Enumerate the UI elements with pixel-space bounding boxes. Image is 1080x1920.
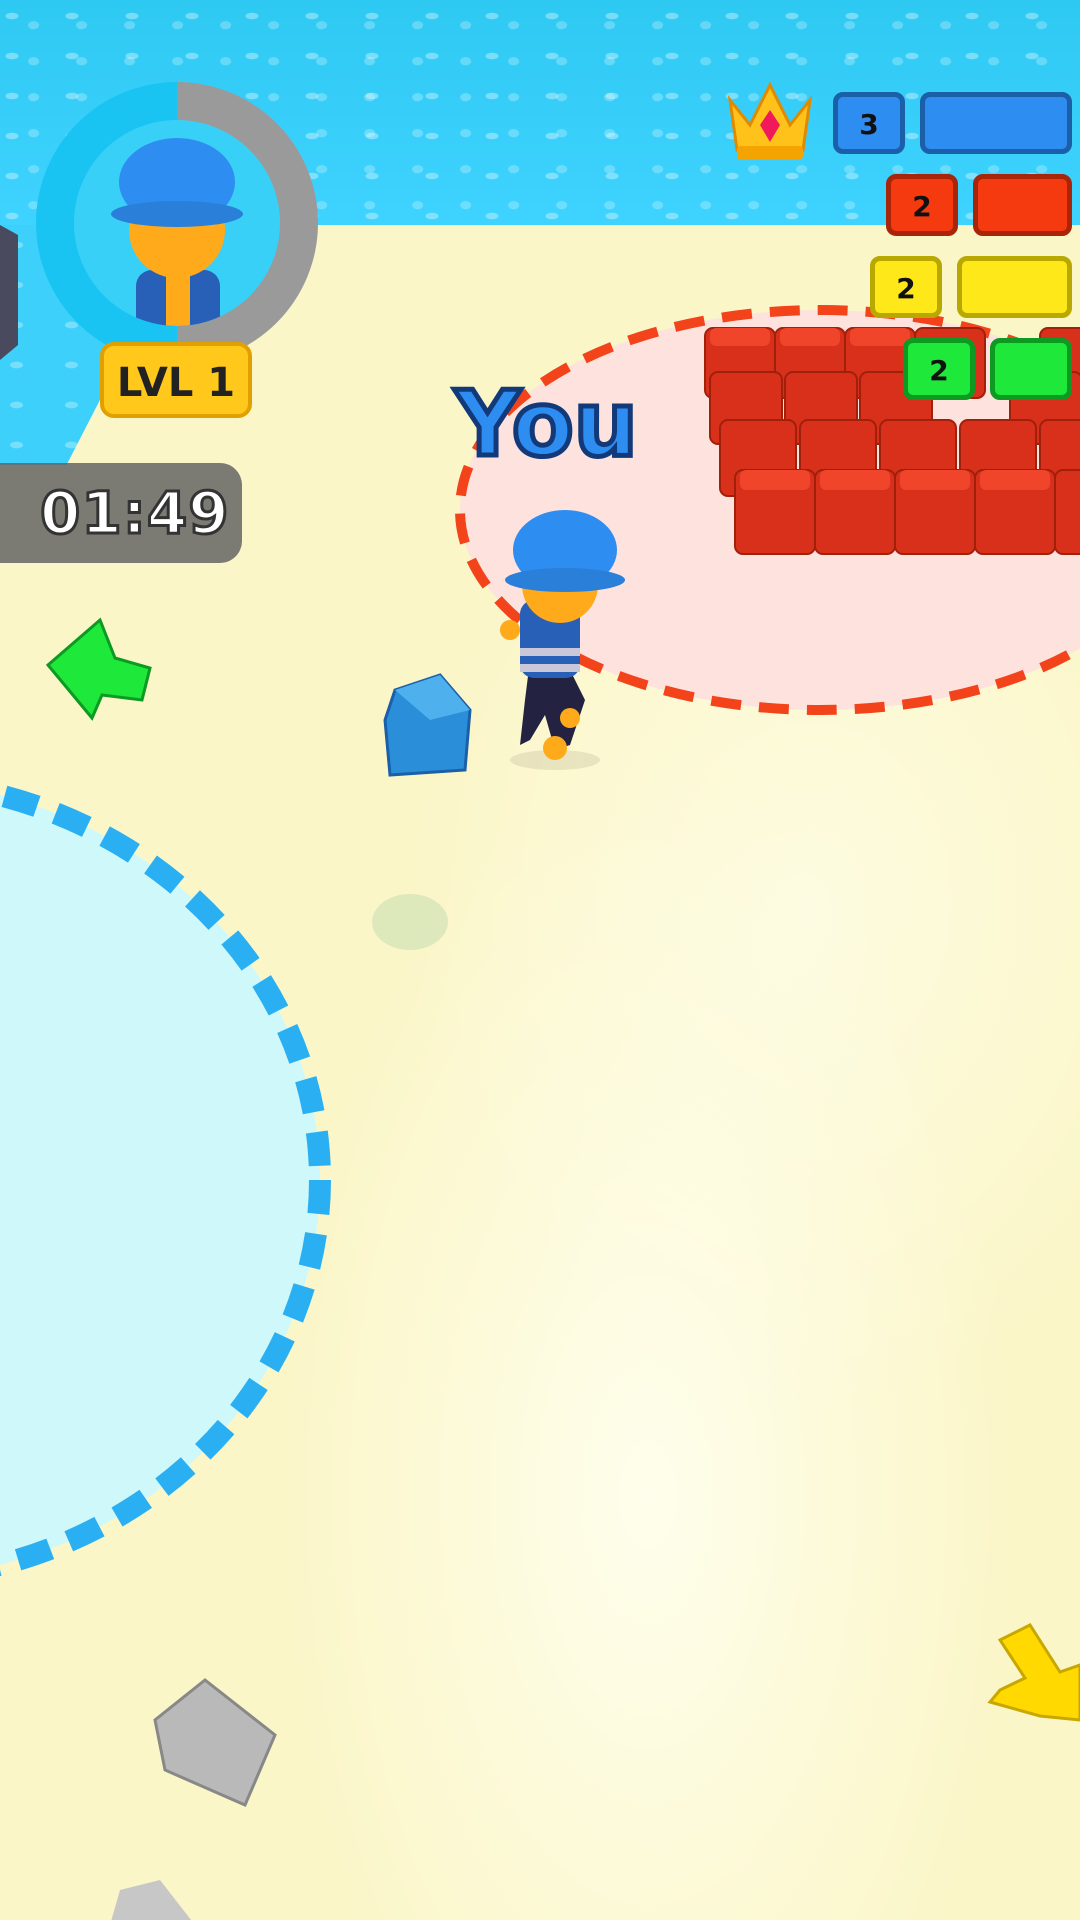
timer-text: 01:49: [39, 478, 231, 549]
score-value: 3: [833, 92, 905, 154]
score-value: 2: [870, 256, 942, 318]
grey-brick-pickup-2: [111, 1880, 192, 1920]
crown-icon: [727, 81, 813, 160]
score-bar: [957, 256, 1072, 318]
level-badge: LVL 1: [100, 342, 252, 418]
arrow-down-right-icon: [987, 1623, 1080, 1722]
post-obstacle: [0, 225, 18, 360]
score-value: 2: [886, 174, 958, 236]
worker-avatar-icon: [111, 138, 243, 326]
level-label: LVL 1: [116, 360, 236, 406]
score-value: 2: [903, 338, 975, 400]
timer-panel: 01:49: [0, 463, 242, 563]
arrow-left-up-icon: [45, 617, 152, 721]
score-bar: [990, 338, 1072, 400]
avatar: [74, 120, 280, 326]
score-bar: [920, 92, 1072, 154]
score-bar: [973, 174, 1072, 236]
blue-zone: [0, 783, 331, 1577]
ghost-shadow: [372, 894, 448, 950]
player-label: You: [453, 370, 641, 480]
grey-brick-pickup: [153, 1678, 277, 1807]
